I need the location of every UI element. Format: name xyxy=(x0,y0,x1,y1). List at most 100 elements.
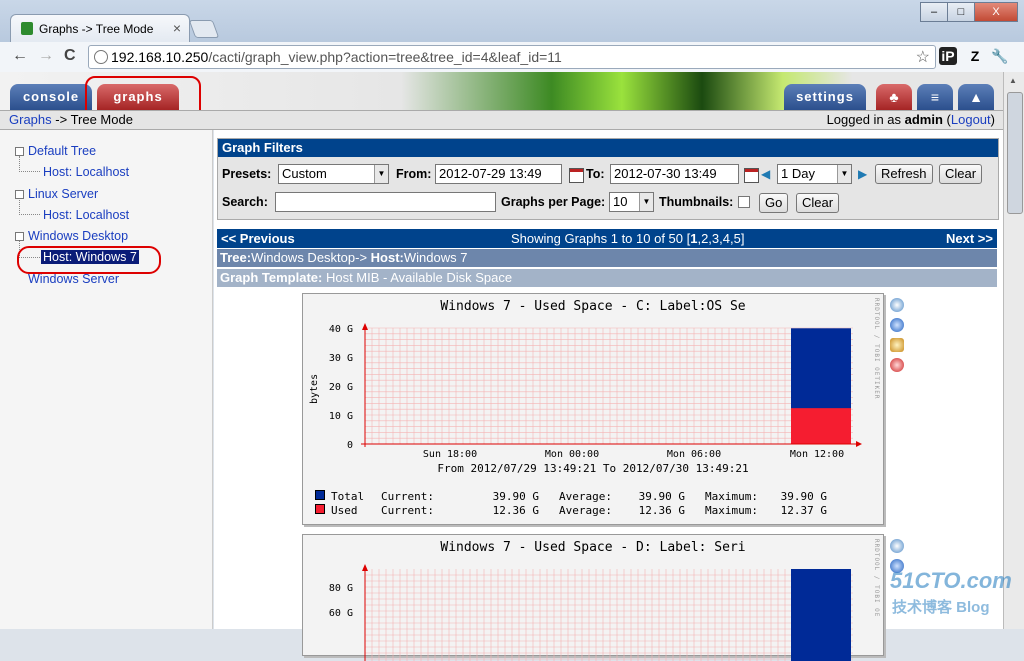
clear-search-button[interactable]: Clear xyxy=(796,193,840,213)
presets-label: Presets: xyxy=(222,167,272,181)
to-label: To: xyxy=(586,167,605,181)
zoom-icon-2[interactable] xyxy=(890,539,904,553)
graph-c-drive[interactable]: Windows 7 - Used Space - C: Label:OS Se … xyxy=(302,293,884,525)
legend-total: Total Current: 39.90 G Average: 39.90 G Maxim… xyxy=(315,490,827,504)
graph-legend: Total Current: 39.90 G Average: 39.90 G Maxim… xyxy=(315,490,827,518)
tree-item-default-tree[interactable]: Default Tree xyxy=(15,144,96,158)
from-label: From: xyxy=(396,167,432,181)
go-button[interactable]: Go xyxy=(759,193,789,213)
to-date-input[interactable]: 2012-07-30 13:49 xyxy=(610,164,739,184)
tab-console[interactable]: console xyxy=(10,84,92,110)
from-date-input[interactable]: 2012-07-29 13:49 xyxy=(435,164,562,184)
tree-view-icon[interactable]: ♣ xyxy=(876,84,912,110)
x-tick-label: Sun 18:00 xyxy=(423,449,477,460)
reload-button[interactable]: C xyxy=(64,47,76,65)
graph-tree: Default Tree Host: Localhost Linux Serve… xyxy=(0,130,213,629)
x-tick-label: Mon 12:00 xyxy=(790,449,844,460)
annotation-circle-host xyxy=(17,246,161,274)
logout-link[interactable]: Logout xyxy=(951,112,991,127)
new-tab-button[interactable] xyxy=(188,20,220,38)
timespan-select[interactable]: 1 Day ▼ xyxy=(777,164,852,184)
tab-settings[interactable]: settings xyxy=(784,84,866,110)
x-tick-label: Mon 00:00 xyxy=(545,449,599,460)
presets-select[interactable]: Custom ▼ xyxy=(278,164,389,184)
page-scrollbar[interactable]: ▲ xyxy=(1003,72,1024,629)
globe-icon xyxy=(94,50,108,64)
tree-item-host-localhost-2[interactable]: Host: Localhost xyxy=(43,208,129,222)
address-bar[interactable]: 192.168.10.250/cacti/graph_view.php?acti… xyxy=(88,45,936,69)
tab-close-icon[interactable]: × xyxy=(173,20,181,36)
shift-right-icon[interactable]: ▶ xyxy=(858,167,867,181)
from-calendar-icon[interactable] xyxy=(569,168,584,183)
graph-filters: Graph Filters Presets: Custom ▼ From: 201… xyxy=(217,138,999,220)
per-page-select[interactable]: 10 ▼ xyxy=(609,192,654,212)
breadcrumb: Graphs -> Tree Mode xyxy=(9,112,133,127)
minimize-button[interactable]: – xyxy=(920,2,948,22)
thumbnails-label: Thumbnails: xyxy=(659,195,734,209)
graph-title-2: Windows 7 - Used Space - D: Label: Seri xyxy=(440,540,746,555)
tree-item-windows-server[interactable]: Windows Server xyxy=(28,272,119,286)
close-window-button[interactable]: X xyxy=(974,2,1018,22)
forward-button[interactable]: → xyxy=(38,47,54,65)
clear-button[interactable]: Clear xyxy=(939,164,983,184)
pager-bar: << Previous Showing Graphs 1 to 10 of 50… xyxy=(217,229,997,248)
extension-ip-icon[interactable]: iP xyxy=(939,47,957,65)
browser-tab[interactable]: Graphs -> Tree Mode × xyxy=(10,14,190,43)
tree-path-row: Tree:Windows Desktop-> Host:Windows 7 xyxy=(217,249,997,267)
to-calendar-icon[interactable] xyxy=(744,168,759,183)
per-page-label: Graphs per Page: xyxy=(501,195,606,209)
thumbnails-checkbox[interactable] xyxy=(738,196,750,208)
watermark-logo: 51CTO.com xyxy=(890,568,1012,593)
scroll-thumb[interactable] xyxy=(1007,92,1023,214)
y-tick-label: 40 G xyxy=(329,324,353,335)
cacti-favicon-icon xyxy=(21,22,33,35)
wrench-icon[interactable]: 🔧 xyxy=(991,47,1009,65)
pager-status: Showing Graphs 1 to 10 of 50 [1,2,3,4,5] xyxy=(511,231,745,246)
download-icon[interactable] xyxy=(890,318,904,332)
breadcrumb-bar: Graphs -> Tree Mode Logged in as admin (… xyxy=(0,110,1003,130)
main-content: Graph Filters Presets: Custom ▼ From: 201… xyxy=(214,130,1003,661)
graph-template-row: Graph Template: Host MIB - Available Dis… xyxy=(217,269,997,287)
graph-d-drive[interactable]: Windows 7 - Used Space - D: Label: Seri … xyxy=(302,534,884,661)
search-label: Search: xyxy=(222,195,268,209)
back-button[interactable]: ← xyxy=(12,47,28,65)
breadcrumb-graphs-link[interactable]: Graphs xyxy=(9,112,52,127)
tab-title: Graphs -> Tree Mode xyxy=(39,22,154,36)
y-tick-label: 30 G xyxy=(329,353,353,364)
graph-c-chart: bytes 40 G 30 G 20 G 10 G 0 Sun 18:00 Mon 00:… xyxy=(309,323,862,475)
window-controls: – □ X xyxy=(920,2,1018,22)
list-view-icon[interactable]: ≡ xyxy=(917,84,953,110)
zoom-icon[interactable] xyxy=(890,298,904,312)
next-link[interactable]: Next >> xyxy=(946,229,993,248)
graph-d-chart: 80 G 60 G xyxy=(329,564,853,661)
tree-item-windows-desktop[interactable]: Windows Desktop xyxy=(15,229,128,243)
watermark-text: 技术博客 Blog xyxy=(892,599,990,616)
browser-titlebar: Graphs -> Tree Mode × – □ X xyxy=(0,0,1024,43)
y-tick: 60 G xyxy=(329,608,353,619)
timespan-icon[interactable] xyxy=(890,358,904,372)
y-axis-label: bytes xyxy=(309,374,320,404)
x-tick-label: Mon 06:00 xyxy=(667,449,721,460)
preview-icon[interactable]: ▲ xyxy=(958,84,994,110)
bookmark-star-icon[interactable]: ☆ xyxy=(916,47,930,67)
graph-range: From 2012/07/29 13:49:21 To 2012/07/30 1… xyxy=(437,462,748,475)
filters-heading: Graph Filters xyxy=(218,139,998,157)
refresh-button[interactable]: Refresh xyxy=(875,164,933,184)
previous-link[interactable]: << Previous xyxy=(221,229,295,248)
graph-title: Windows 7 - Used Space - C: Label:OS Se xyxy=(440,299,746,314)
url-text: 192.168.10.250/cacti/graph_view.php?acti… xyxy=(111,49,562,65)
tree-item-linux-server[interactable]: Linux Server xyxy=(15,187,98,201)
tree-item-host-localhost[interactable]: Host: Localhost xyxy=(43,165,129,179)
y-tick: 80 G xyxy=(329,583,353,594)
shift-left-icon[interactable]: ◀ xyxy=(761,167,770,181)
total-bar-2 xyxy=(791,569,851,661)
y-tick-label: 0 xyxy=(347,440,353,451)
used-bar xyxy=(791,408,851,444)
y-tick-label: 20 G xyxy=(329,382,353,393)
legend-used: Used Current: 12.36 G Average: 12.36 G Maximu… xyxy=(315,504,827,518)
maximize-button[interactable]: □ xyxy=(947,2,975,22)
properties-icon[interactable] xyxy=(890,338,904,352)
extension-z-icon[interactable]: Z xyxy=(966,47,984,65)
search-input[interactable] xyxy=(275,192,496,212)
scroll-up-icon[interactable]: ▲ xyxy=(1009,76,1017,85)
